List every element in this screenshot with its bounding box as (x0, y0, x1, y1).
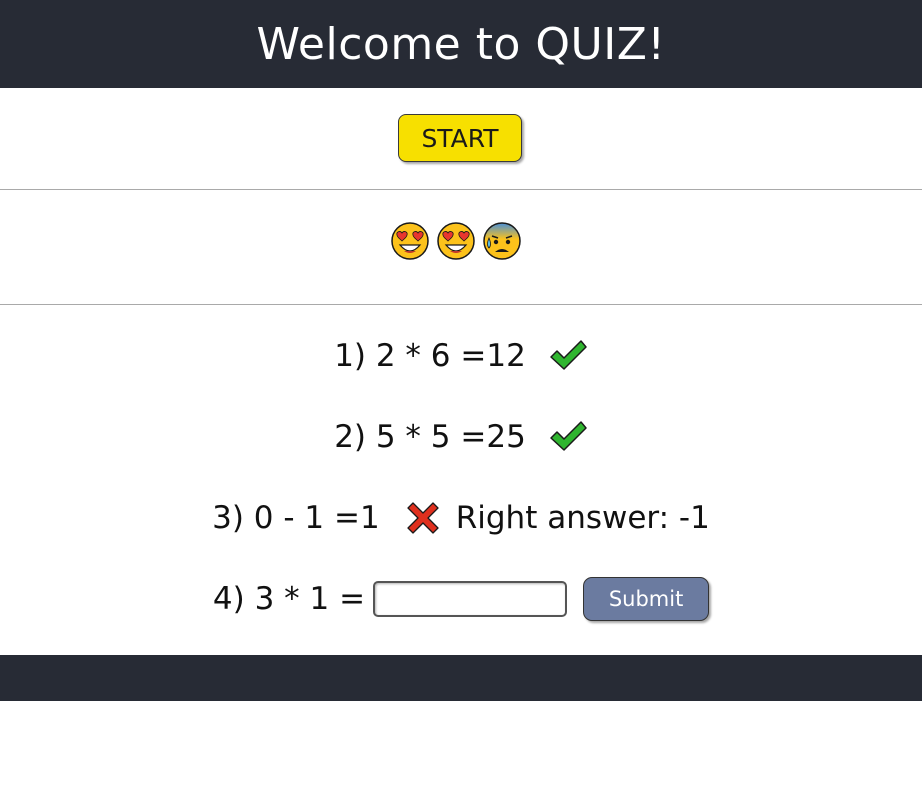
heart-eyes-emoji-icon (437, 222, 475, 260)
check-icon (550, 340, 587, 370)
submit-button[interactable]: Submit (583, 577, 710, 621)
question-text: 3) 0 - 1 =1 (212, 500, 380, 536)
question-text: 4) 3 * 1 = (212, 581, 366, 617)
footer-bar (0, 655, 922, 701)
question-text: 1) 2 * 6 =12 (334, 338, 526, 374)
cross-icon (407, 502, 439, 534)
start-button[interactable]: START (398, 114, 522, 162)
anxious-sweat-emoji-icon (483, 222, 521, 260)
question-row: 4) 3 * 1 = Submit (0, 577, 922, 621)
answer-input[interactable] (373, 581, 568, 617)
question-row: 1) 2 * 6 =12 (0, 335, 922, 377)
divider (0, 189, 922, 190)
question-text: 2) 5 * 5 =25 (334, 419, 526, 455)
header-bar: Welcome to QUIZ! (0, 0, 922, 88)
right-answer-text: Right answer: -1 (455, 500, 710, 536)
divider (0, 304, 922, 305)
question-row: 3) 0 - 1 =1 Right answer: -1 (0, 497, 922, 539)
heart-eyes-emoji-icon (391, 222, 429, 260)
page-title: Welcome to QUIZ! (256, 18, 666, 70)
score-emojis (390, 220, 532, 262)
question-row: 2) 5 * 5 =25 (0, 416, 922, 458)
check-icon (550, 421, 587, 451)
